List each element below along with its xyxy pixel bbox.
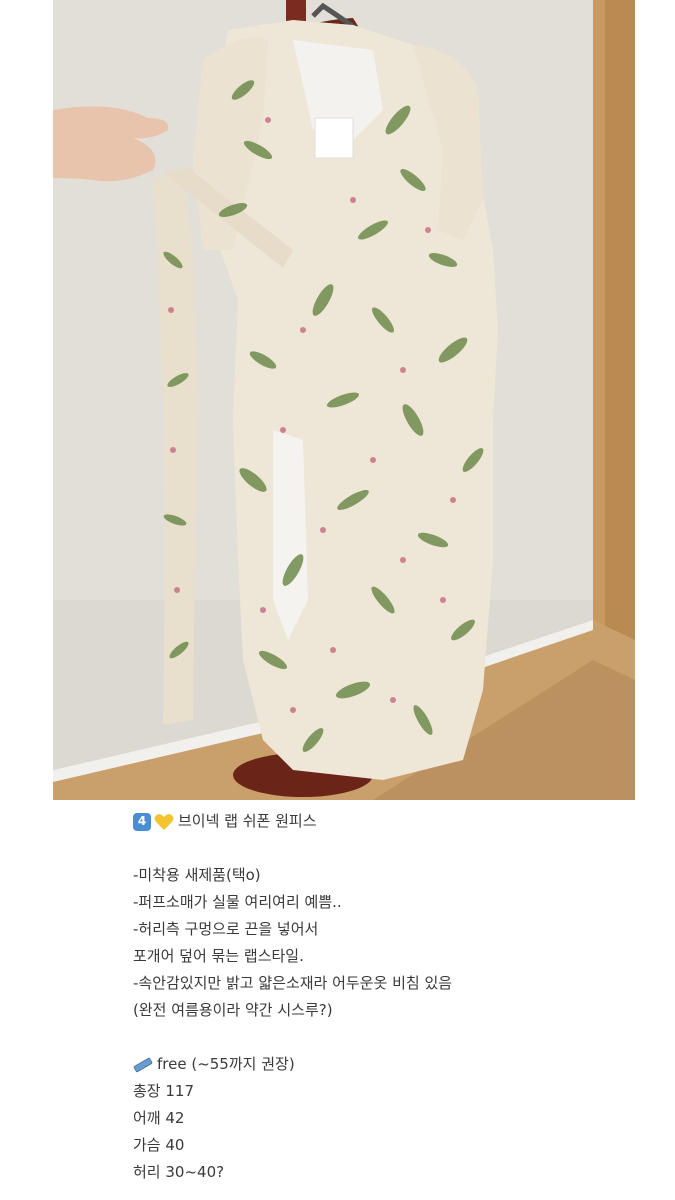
- measurement-line: 가슴 40: [133, 1136, 185, 1154]
- measurement-line: 어깨 42: [133, 1109, 185, 1127]
- detail-line: -퍼프소매가 실물 여리여리 예쁨..: [133, 893, 342, 911]
- size-label: free (~55까지 권장): [157, 1055, 295, 1073]
- detail-line: (완전 여름용이라 약간 시스루?): [133, 1001, 333, 1019]
- measurement-line: 총장 117: [133, 1082, 194, 1100]
- measurement-line: 허리 30~40?: [133, 1163, 225, 1181]
- yellow-heart-icon: [154, 813, 174, 830]
- detail-line: -허리측 구멍으로 끈을 넣어서: [133, 920, 319, 938]
- post-caption: 4 브이넥 랩 쉬폰 원피스 -미착용 새제품(택o) -퍼프소매가 실물 여리…: [133, 808, 653, 1186]
- post-title: 브이넥 랩 쉬폰 원피스: [178, 812, 317, 830]
- product-photo: [53, 0, 635, 800]
- number-keycap-icon: 4: [133, 812, 151, 831]
- detail-line: 포개어 덮어 묶는 랩스타일.: [133, 947, 304, 965]
- post-title-row: 4 브이넥 랩 쉬폰 원피스: [133, 808, 653, 835]
- ruler-icon: [133, 1057, 153, 1072]
- detail-line: -미착용 새제품(택o): [133, 866, 261, 884]
- size-row: free (~55까지 권장): [133, 1051, 653, 1078]
- detail-line: -속안감있지만 밝고 얇은소재라 어두운옷 비침 있음: [133, 974, 453, 992]
